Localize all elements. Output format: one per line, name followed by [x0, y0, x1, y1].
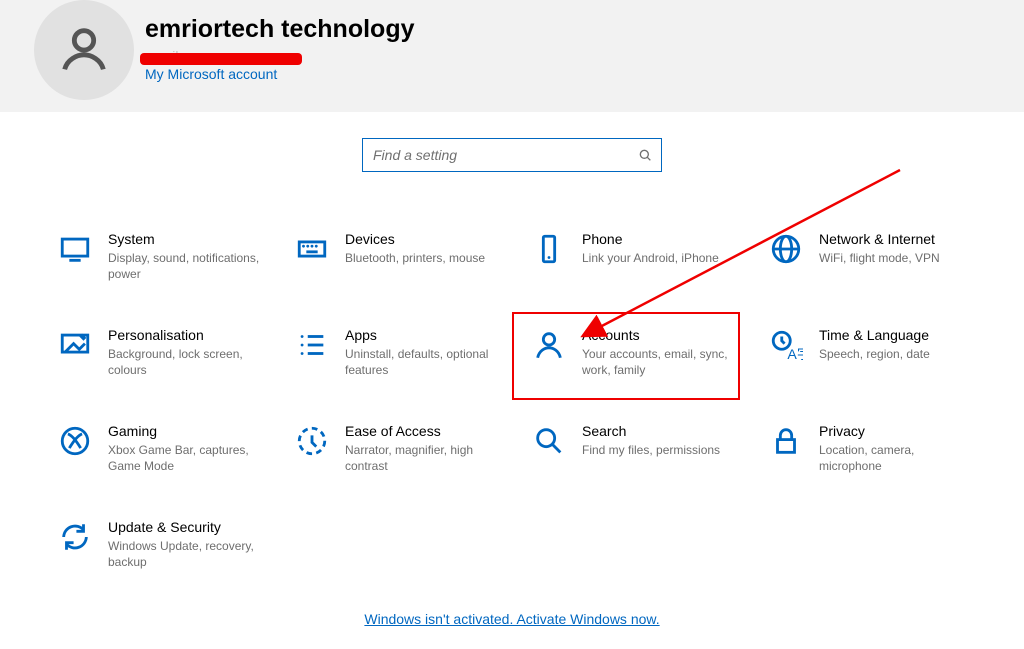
- tile-privacy[interactable]: Privacy Location, camera, microphone: [769, 422, 1006, 512]
- magnifier-icon: [532, 424, 566, 458]
- tile-title: Ease of Access: [345, 422, 522, 440]
- tile-devices[interactable]: Devices Bluetooth, printers, mouse: [295, 230, 532, 320]
- ease-icon: [295, 424, 329, 458]
- tile-title: Gaming: [108, 422, 285, 440]
- user-display-name: emriortech technology: [145, 16, 415, 44]
- tile-title: Search: [582, 422, 759, 440]
- tile-gaming[interactable]: Gaming Xbox Game Bar, captures, Game Mode: [58, 422, 295, 512]
- tile-title: Time & Language: [819, 326, 996, 344]
- tile-update-security[interactable]: Update & Security Windows Update, recover…: [58, 518, 295, 608]
- svg-text:A字: A字: [787, 347, 803, 362]
- tile-system[interactable]: System Display, sound, notifications, pow…: [58, 230, 295, 320]
- settings-home: System Display, sound, notifications, pow…: [0, 112, 1024, 608]
- sync-icon: [58, 520, 92, 554]
- person-icon: [55, 21, 113, 79]
- tile-title: Update & Security: [108, 518, 285, 536]
- search-wrap: [0, 138, 1024, 172]
- activate-windows-link[interactable]: Windows isn't activated. Activate Window…: [364, 611, 659, 627]
- search-input[interactable]: [363, 147, 629, 163]
- list-icon: [295, 328, 329, 362]
- tile-time-language[interactable]: A字 Time & Language Speech, region, date: [769, 326, 1006, 416]
- phone-icon: [532, 232, 566, 266]
- keyboard-icon: [295, 232, 329, 266]
- settings-grid: System Display, sound, notifications, pow…: [18, 230, 1006, 608]
- tile-apps[interactable]: Apps Uninstall, defaults, optional featur…: [295, 326, 532, 416]
- tile-accounts[interactable]: Accounts Your accounts, email, sync, work…: [532, 326, 769, 416]
- tile-desc: Location, camera, microphone: [819, 442, 979, 474]
- tile-title: Phone: [582, 230, 759, 248]
- tile-title: Devices: [345, 230, 522, 248]
- tile-desc: Background, lock screen, colours: [108, 346, 268, 378]
- tile-title: Accounts: [582, 326, 759, 344]
- tile-desc: WiFi, flight mode, VPN: [819, 250, 979, 266]
- profile-header: emriortech technology gmail.com My Micro…: [0, 0, 1024, 112]
- tile-desc: Bluetooth, printers, mouse: [345, 250, 505, 266]
- lock-icon: [769, 424, 803, 458]
- globe-icon: [769, 232, 803, 266]
- tile-phone[interactable]: Phone Link your Android, iPhone: [532, 230, 769, 320]
- redacted-email: gmail.com: [145, 48, 209, 64]
- xbox-icon: [58, 424, 92, 458]
- tile-title: System: [108, 230, 285, 248]
- paint-icon: [58, 328, 92, 362]
- activation-banner: Windows isn't activated. Activate Window…: [0, 611, 1024, 629]
- tile-title: Privacy: [819, 422, 996, 440]
- search-box[interactable]: [362, 138, 662, 172]
- display-icon: [58, 232, 92, 266]
- tile-desc: Find my files, permissions: [582, 442, 742, 458]
- clock-language-icon: A字: [769, 328, 803, 362]
- tile-search[interactable]: Search Find my files, permissions: [532, 422, 769, 512]
- tile-desc: Windows Update, recovery, backup: [108, 538, 268, 570]
- tile-title: Network & Internet: [819, 230, 996, 248]
- tile-network[interactable]: Network & Internet WiFi, flight mode, VPN: [769, 230, 1006, 320]
- tile-desc: Uninstall, defaults, optional features: [345, 346, 505, 378]
- tile-desc: Narrator, magnifier, high contrast: [345, 442, 505, 474]
- tile-title: Personalisation: [108, 326, 285, 344]
- person-icon: [532, 328, 566, 362]
- avatar: [34, 0, 134, 100]
- tile-desc: Speech, region, date: [819, 346, 979, 362]
- tile-desc: Link your Android, iPhone: [582, 250, 742, 266]
- tile-title: Apps: [345, 326, 522, 344]
- my-microsoft-account-link[interactable]: My Microsoft account: [145, 66, 277, 82]
- tile-desc: Your accounts, email, sync, work, family: [582, 346, 742, 378]
- tile-desc: Xbox Game Bar, captures, Game Mode: [108, 442, 268, 474]
- tile-desc: Display, sound, notifications, power: [108, 250, 268, 282]
- tile-ease-of-access[interactable]: Ease of Access Narrator, magnifier, high …: [295, 422, 532, 512]
- search-icon: [629, 147, 661, 163]
- tile-personalisation[interactable]: Personalisation Background, lock screen, …: [58, 326, 295, 416]
